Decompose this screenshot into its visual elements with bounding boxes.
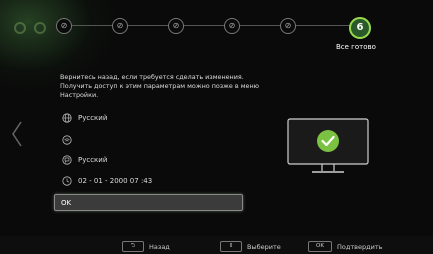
summary-row-language: Русский	[62, 113, 107, 123]
check-circle-icon	[317, 130, 339, 152]
clock-icon	[62, 176, 72, 186]
setup-wizard-screen: ⊘ ⊘ ⊘ ⊘ ⊘ 6 Все готово Вернитесь назад, …	[0, 0, 433, 254]
step-2-done-icon: ⊘	[112, 18, 128, 34]
hint-select[interactable]: ⇕ Выберите	[220, 241, 281, 252]
hint-select-label: Выберите	[247, 242, 281, 251]
language-value: Русский	[78, 114, 108, 122]
hint-back-label: Назад	[149, 242, 170, 251]
hint-back[interactable]: ⮌ Назад	[122, 241, 170, 252]
speech-icon	[62, 155, 72, 165]
audio-language-value: Русский	[78, 156, 108, 164]
step-progress-line	[62, 25, 352, 26]
ok-button[interactable]: OK	[54, 194, 243, 211]
back-arrow-icon[interactable]	[9, 120, 25, 148]
step-current-label: Все готово	[336, 43, 376, 51]
summary-row-network	[62, 135, 78, 145]
hint-confirm[interactable]: OK Подтвердить	[308, 241, 382, 252]
step-5-done-icon: ⊘	[280, 18, 296, 34]
step-4-done-icon: ⊘	[224, 18, 240, 34]
network-icon	[62, 135, 72, 145]
ok-key-icon: OK	[308, 241, 332, 252]
datetime-value: 02 - 01 - 2000 07 :43	[78, 177, 153, 185]
step-3-done-icon: ⊘	[168, 18, 184, 34]
footer-hint-bar: ⮌ Назад ⇕ Выберите OK Подтвердить	[0, 236, 433, 254]
step-indicator: ⊘ ⊘ ⊘ ⊘ ⊘ 6	[46, 14, 376, 39]
step-1-done-icon: ⊘	[56, 18, 72, 34]
updown-key-icon: ⇕	[220, 241, 242, 252]
globe-icon	[62, 113, 72, 123]
summary-row-datetime: 02 - 01 - 2000 07 :43	[62, 176, 152, 186]
summary-row-audio-language: Русский	[62, 155, 107, 165]
tv-complete-illustration	[287, 118, 369, 173]
hint-confirm-label: Подтвердить	[337, 242, 383, 251]
step-current: 6	[349, 17, 371, 39]
back-key-icon: ⮌	[122, 241, 144, 252]
summary-description: Вернитесь назад, если требуется сделать …	[60, 73, 260, 99]
